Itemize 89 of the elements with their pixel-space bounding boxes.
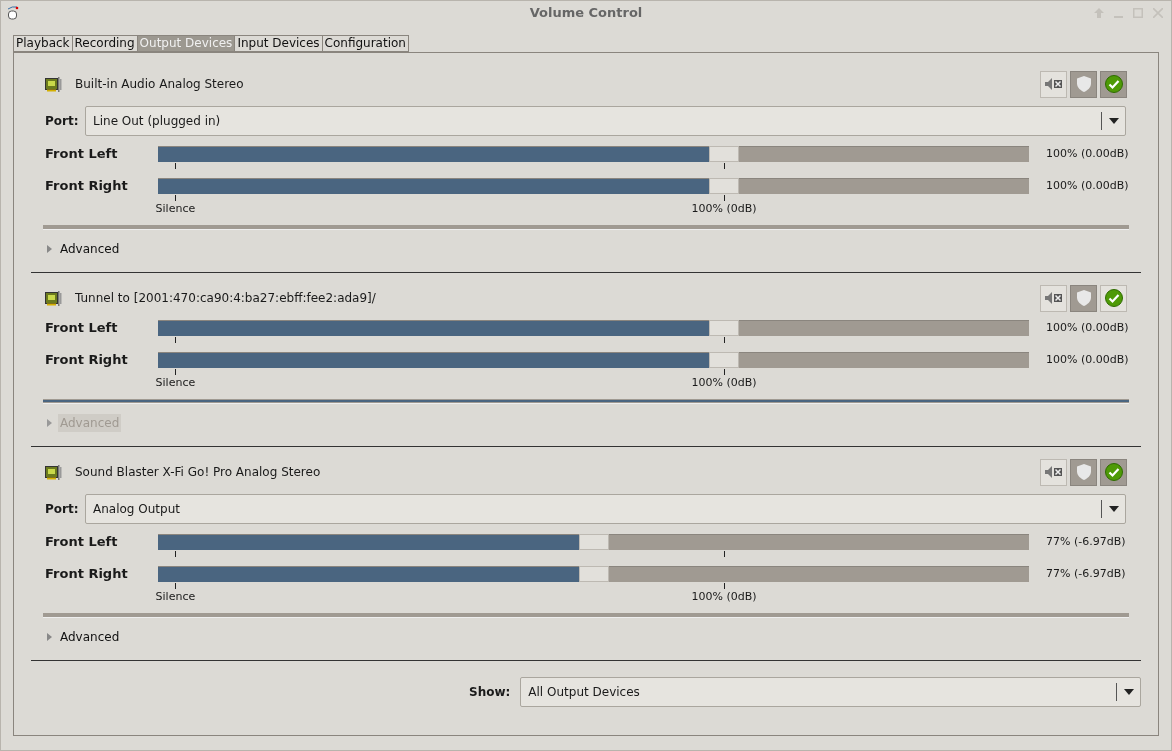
port-dropdown[interactable]: Line Out (plugged in): [85, 106, 1126, 136]
volume-slider[interactable]: [158, 320, 1029, 336]
tick-mark: [724, 369, 726, 375]
scale-label: 100% (0dB): [691, 590, 757, 604]
volume-reading: 77% (-6.97dB): [1045, 566, 1127, 582]
volume-slider[interactable]: [158, 178, 1029, 194]
lock-toggle-button[interactable]: [1070, 70, 1097, 98]
shield-icon: [1076, 76, 1091, 92]
checkmark-icon: [1104, 75, 1123, 93]
shield-icon: [1076, 464, 1091, 480]
default-toggle-button[interactable]: [1100, 284, 1127, 312]
channel-label: Front Right: [44, 352, 129, 368]
window-title: Volume Control: [529, 4, 643, 23]
speaker-mute-icon: [1044, 466, 1063, 478]
slider-thumb[interactable]: [578, 534, 609, 550]
volume-slider[interactable]: [158, 146, 1029, 162]
volume-reading: 77% (-6.97dB): [1045, 534, 1127, 550]
sound-card-icon: [45, 290, 62, 306]
tick-mark: [175, 583, 177, 589]
tab[interactable]: Configuration: [321, 35, 409, 52]
channel-label: Front Left: [44, 146, 119, 162]
scale-label: Silence: [155, 376, 196, 390]
tick-mark: [724, 551, 726, 557]
mute-toggle-button[interactable]: [1040, 458, 1067, 486]
app-icon: [7, 6, 19, 20]
expander-triangle-icon: [47, 418, 52, 427]
dropdown-arrow-icon: [1123, 689, 1134, 695]
default-toggle-button[interactable]: [1100, 70, 1127, 98]
tab[interactable]: Input Devices: [234, 35, 323, 52]
volume-reading: 100% (0.00dB): [1045, 178, 1129, 194]
device-name: Built-in Audio Analog Stereo: [75, 76, 245, 93]
sound-card-icon: [45, 464, 62, 480]
tick-mark: [724, 583, 726, 589]
tick-mark: [175, 195, 177, 201]
slider-thumb[interactable]: [709, 352, 740, 368]
volume-slider[interactable]: [158, 566, 1029, 582]
scale-label: 100% (0dB): [691, 376, 757, 390]
tick-mark: [724, 195, 726, 201]
speaker-mute-icon: [1044, 78, 1063, 90]
lock-toggle-button[interactable]: [1070, 458, 1097, 486]
default-toggle-button[interactable]: [1100, 458, 1127, 486]
slider-thumb[interactable]: [709, 146, 740, 162]
dropdown-arrow-icon: [1108, 506, 1119, 512]
volume-reading: 100% (0.00dB): [1045, 146, 1129, 162]
shield-icon: [1076, 290, 1091, 306]
volume-reading: 100% (0.00dB): [1045, 352, 1129, 368]
checkmark-icon: [1104, 289, 1123, 307]
advanced-expander[interactable]: Advanced: [43, 627, 124, 646]
tick-mark: [175, 551, 177, 557]
port-dropdown[interactable]: Analog Output: [85, 494, 1126, 524]
channel-label: Front Left: [44, 534, 119, 550]
channel-label: Front Right: [44, 178, 129, 194]
volume-slider[interactable]: [158, 352, 1029, 368]
tick-mark: [724, 337, 726, 343]
volume-reading: 100% (0.00dB): [1045, 320, 1129, 336]
port-label: Port:: [45, 113, 80, 130]
mute-toggle-button[interactable]: [1040, 70, 1067, 98]
lock-toggle-button[interactable]: [1070, 284, 1097, 312]
combo-value: All Output Devices: [527, 684, 641, 701]
combo-value: Line Out (plugged in): [92, 113, 222, 130]
slider-thumb[interactable]: [709, 320, 740, 336]
channel-label: Front Left: [44, 320, 119, 336]
expander-triangle-icon: [47, 632, 52, 641]
channel-label: Front Right: [44, 566, 129, 582]
device-name: Sound Blaster X-Fi Go! Pro Analog Stereo: [75, 464, 322, 481]
scale-label: Silence: [155, 590, 196, 604]
tick-mark: [175, 337, 177, 343]
scale-label: 100% (0dB): [691, 202, 757, 216]
show-label: Show:: [469, 684, 511, 701]
checkmark-icon: [1104, 463, 1123, 481]
tick-mark: [175, 163, 177, 169]
sound-card-icon: [45, 76, 62, 92]
scale-label: Silence: [155, 202, 196, 216]
slider-thumb[interactable]: [578, 566, 609, 582]
volume-slider[interactable]: [158, 534, 1029, 550]
port-label: Port:: [45, 501, 80, 518]
dropdown-arrow-icon: [1108, 118, 1119, 124]
tick-mark: [724, 163, 726, 169]
mute-toggle-button[interactable]: [1040, 284, 1067, 312]
tab[interactable]: Playback: [13, 35, 73, 52]
device-name: Tunnel to [2001:470:ca90:4:ba27:ebff:fee2:ada9]/: [75, 290, 377, 307]
combo-value: Analog Output: [92, 501, 181, 518]
tab[interactable]: Recording: [71, 35, 138, 52]
slider-thumb[interactable]: [709, 178, 740, 194]
show-dropdown[interactable]: All Output Devices: [520, 677, 1141, 707]
advanced-expander[interactable]: Advanced: [43, 239, 124, 258]
expander-triangle-icon: [47, 244, 52, 253]
speaker-mute-icon: [1044, 292, 1063, 304]
tick-mark: [175, 369, 177, 375]
